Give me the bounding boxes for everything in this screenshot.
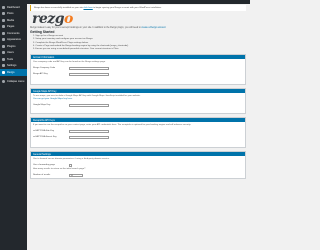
logo-accent: o (64, 11, 73, 27)
page-icon (2, 25, 5, 29)
rezgo-icon (2, 70, 5, 74)
intro-copy: Rezgo makes it easy for you to accept bo… (30, 27, 141, 29)
company-code-label: Rezgo Company Code (33, 67, 56, 70)
results-desc: How many results to return on the initia… (33, 168, 86, 171)
notice-text: Rezgo has been successfully installed on… (34, 6, 83, 9)
forward-label: Use a forwarding page (33, 164, 56, 167)
menu-item-label: Dashboard (7, 5, 20, 9)
results-label: Number of results (33, 174, 51, 177)
notice-link[interactable]: click here (84, 7, 93, 9)
intro-text: Rezgo makes it easy for you to accept bo… (30, 27, 246, 29)
maps-key-box: Google Maps API Key To use maps, you mus… (30, 88, 246, 115)
main-content: Rezgo has been successfully installed on… (30, 5, 246, 182)
results-input[interactable]: 10 (69, 173, 83, 178)
getting-started-list: 1. Sign up for a Rezgo account 2. Setup … (30, 35, 246, 51)
user-icon (2, 51, 5, 55)
logo-text: rezg (32, 11, 65, 27)
pin-icon (2, 12, 5, 16)
menu-item-label: Users (7, 51, 14, 55)
menu-item-label: Appearance (7, 38, 21, 42)
settings-icon (2, 64, 5, 68)
forward-desc: Use to forward secure domain parameters … (33, 158, 110, 161)
recaptcha-secret-label: reCAPTCHA Secret Key (33, 136, 57, 139)
general-settings-box: General Settings Use to forward secure d… (30, 151, 246, 180)
maps-key-label: Google Maps Key (33, 104, 51, 107)
admin-sidebar: Dashboard Posts Media Pages Comments Appearan… (0, 4, 27, 250)
menu-item-label: Posts (7, 12, 14, 16)
comment-icon (2, 31, 5, 35)
menu-item-label: Pages (7, 25, 15, 29)
menu-item-label: Tools (7, 57, 14, 61)
menu-item-label: Comments (7, 31, 20, 35)
account-info-box: Account Information Your company code an… (30, 54, 246, 86)
menu-item-collapse-menu[interactable]: Collapse menu (0, 79, 27, 86)
menu-item-label: Plugins (7, 44, 16, 48)
recaptcha-desc: If you want to use the recaptcha on your… (33, 124, 191, 127)
account-info-desc: Your company code and API key can be fou… (33, 61, 106, 64)
notice-text-2: to begin syncing your Rezgo account with… (93, 6, 162, 9)
menu-item-label: Collapse menu (7, 80, 25, 84)
recaptcha-site-input[interactable] (69, 129, 109, 134)
company-code-input[interactable] (69, 66, 109, 71)
api-key-input[interactable] (69, 72, 109, 77)
recaptcha-box: Recaptcha API Keys If you want to use th… (30, 117, 246, 149)
create-account-link[interactable]: create a Rezgo account (141, 27, 165, 29)
plugin-icon (2, 44, 5, 48)
maps-key-link[interactable]: You can get your Google Maps key here. (33, 98, 73, 100)
step-5: 5. Ensure you are using a non-default pe… (33, 48, 119, 51)
dashboard-icon (2, 5, 5, 9)
menu-item-label: Settings (7, 64, 17, 68)
recaptcha-site-label: reCAPTCHA Site Key (33, 130, 55, 133)
forward-checkbox[interactable] (69, 164, 72, 167)
wrench-icon (2, 57, 5, 61)
menu-item-label: Media (7, 18, 15, 22)
maps-key-input[interactable] (69, 103, 109, 108)
brush-icon (2, 38, 5, 42)
getting-started-title: Getting Started (30, 30, 55, 34)
recaptcha-secret-input[interactable] (69, 135, 109, 140)
api-key-label: Rezgo API Key (33, 73, 48, 76)
menu-item-label: Rezgo (7, 70, 15, 74)
collapse-icon (2, 80, 5, 84)
admin-bar (0, 0, 250, 4)
rezgo-logo: rezgo (30, 11, 246, 27)
media-icon (2, 18, 5, 22)
